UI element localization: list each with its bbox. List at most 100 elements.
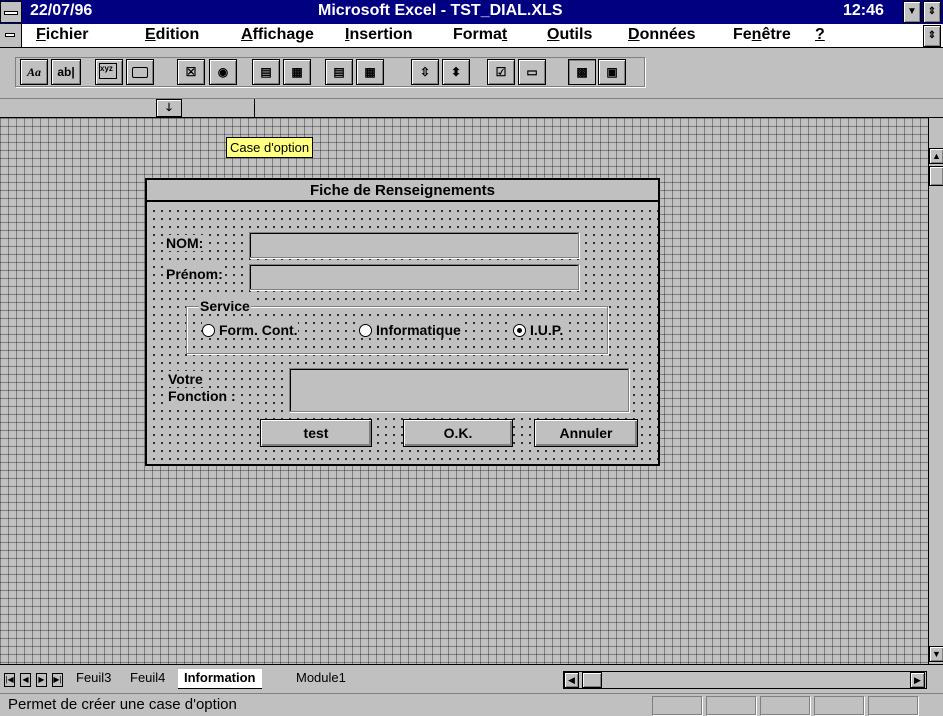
menu-insertion[interactable]: Insertion <box>345 26 413 44</box>
tab-feuil4[interactable]: Feuil4 <box>124 669 171 689</box>
control-properties-tool[interactable]: ☑ <box>487 59 515 85</box>
ok-button[interactable]: O.K. <box>403 419 513 447</box>
dialog-title[interactable]: Fiche de Renseignements <box>147 180 658 202</box>
title-bar: 22/07/96 Microsoft Excel - TST_DIAL.XLS … <box>0 0 943 24</box>
test-button[interactable]: test <box>260 419 372 447</box>
edit-box-tool[interactable]: ab| <box>51 59 81 85</box>
menu-fichier[interactable]: Fichier <box>36 26 88 44</box>
tooltip: Case d'option <box>226 137 314 158</box>
scroll-bar-tool[interactable]: ⇳ <box>411 59 439 85</box>
run-dialog-icon: ▣ <box>606 65 618 79</box>
service-label: Service <box>199 298 251 314</box>
restore-arrows-icon: ⇕ <box>927 6 937 17</box>
combo-list-edit-tool[interactable]: ▤ <box>325 59 353 85</box>
list-box-tool[interactable]: ▤ <box>252 59 280 85</box>
arrow-left-icon: ◀ <box>568 675 575 685</box>
status-text: Permet de créer une case d'option <box>8 696 237 713</box>
button-tool[interactable] <box>126 59 154 85</box>
minimize-button[interactable]: ▼ <box>903 1 921 23</box>
dialog-frame[interactable]: Fiche de Renseignements NOM: Prénom: Ser… <box>145 178 660 466</box>
menu-outils[interactable]: Outils <box>547 26 592 44</box>
option-form-cont[interactable]: Form. Cont. <box>202 322 298 338</box>
toggle-grid-icon: ▩ <box>576 65 588 79</box>
group-box-icon: xyz <box>99 63 117 79</box>
label-icon: Aa <box>26 65 41 79</box>
tab-feuil3[interactable]: Feuil3 <box>70 669 117 689</box>
button-icon <box>132 67 148 79</box>
restore-button[interactable]: ⇕ <box>923 1 941 23</box>
spinner-tool[interactable]: ⬍ <box>442 59 470 85</box>
menu-bar: Fichier Edition Affichage Insertion Form… <box>0 24 943 48</box>
minimize-arrow-icon: ▼ <box>907 6 917 17</box>
window-title: Microsoft Excel - TST_DIAL.XLS <box>318 2 563 19</box>
drop-down-tool[interactable]: ▦ <box>283 59 311 85</box>
last-sheet-button[interactable]: ▶| <box>52 673 63 687</box>
fonction-label-line1: Votre <box>167 371 204 387</box>
name-dropdown-button[interactable]: 🡓 <box>156 99 182 117</box>
previous-sheet-button[interactable]: ◀ <box>20 673 31 687</box>
vertical-scrollbar[interactable]: ▲ ▼ <box>928 118 943 664</box>
drop-down-icon: ▦ <box>291 65 303 79</box>
fonction-label-line2: Fonction : <box>167 388 237 404</box>
status-cell <box>868 696 918 715</box>
arrow-down-icon: 🡓 <box>166 102 172 114</box>
label-tool[interactable]: Aa <box>20 59 48 85</box>
horizontal-scroll-thumb[interactable] <box>582 672 602 688</box>
left-arrow-icon: ◀ <box>22 675 29 684</box>
option-button-tool[interactable]: ◉ <box>209 59 237 85</box>
scroll-down-button[interactable]: ▼ <box>929 646 943 662</box>
horizontal-scrollbar[interactable]: ◀ ▶ <box>563 671 927 689</box>
first-arrow-icon: |◀ <box>5 675 14 684</box>
last-arrow-icon: ▶| <box>53 675 62 684</box>
option-iup[interactable]: I.U.P. <box>513 322 564 338</box>
fonction-field[interactable] <box>289 368 629 412</box>
scroll-right-button[interactable]: ▶ <box>910 672 925 688</box>
formula-bar: 🡓 <box>0 99 943 118</box>
tab-information[interactable]: Information <box>178 669 262 689</box>
checkbox-icon: ☒ <box>185 65 197 79</box>
edit-code-tool[interactable]: ▭ <box>518 59 546 85</box>
document-restore-button[interactable]: ⇕ <box>923 25 941 47</box>
prenom-field[interactable] <box>249 264 579 290</box>
toggle-grid-tool[interactable]: ▩ <box>568 59 596 85</box>
first-sheet-button[interactable]: |◀ <box>4 673 15 687</box>
system-menu-icon <box>4 11 18 15</box>
arrow-up-icon: ▲ <box>932 151 941 161</box>
radio-off-icon <box>359 323 372 337</box>
dialog-body: NOM: Prénom: Service Form. Cont. Informa… <box>147 204 658 464</box>
menu-format[interactable]: Format <box>453 26 507 44</box>
tab-module1[interactable]: Module1 <box>290 669 352 689</box>
status-cell <box>760 696 810 715</box>
restore-arrows-icon: ⇕ <box>927 30 937 41</box>
checkbox-tool[interactable]: ☒ <box>177 59 205 85</box>
prenom-label: Prénom: <box>165 266 224 282</box>
nom-label: NOM: <box>165 235 205 251</box>
sheet-tab-bar: |◀ ◀ ▶ ▶| Feuil3 Feuil4 Information Modu… <box>0 664 943 693</box>
menu-donnees[interactable]: Données <box>628 26 696 44</box>
nom-field[interactable] <box>249 232 579 258</box>
option-button-icon: ◉ <box>217 65 229 79</box>
menu-aide[interactable]: ? <box>815 26 825 44</box>
run-dialog-tool[interactable]: ▣ <box>598 59 626 85</box>
combo-drop-down-edit-tool[interactable]: ▦ <box>356 59 384 85</box>
scroll-up-button[interactable]: ▲ <box>929 148 943 164</box>
title-clock: 12:46 <box>843 2 884 19</box>
status-cell <box>652 696 702 715</box>
list-box-icon: ▤ <box>260 65 272 79</box>
radio-on-icon <box>513 323 526 337</box>
arrow-down-icon: ▼ <box>932 649 941 659</box>
scroll-left-button[interactable]: ◀ <box>564 672 579 688</box>
scroll-thumb[interactable] <box>929 166 943 186</box>
document-menu-button[interactable] <box>0 24 22 47</box>
menu-edition[interactable]: Edition <box>145 26 199 44</box>
group-box-tool[interactable]: xyz <box>95 59 123 85</box>
scroll-bar-icon: ⇳ <box>419 65 431 79</box>
option-informatique[interactable]: Informatique <box>359 322 461 338</box>
cancel-button[interactable]: Annuler <box>534 419 638 447</box>
menu-fenetre[interactable]: Fenêtre <box>733 26 791 44</box>
status-cell <box>706 696 756 715</box>
menu-affichage[interactable]: Affichage <box>241 26 314 44</box>
next-sheet-button[interactable]: ▶ <box>36 673 47 687</box>
radio-off-icon <box>202 323 215 337</box>
system-menu-button[interactable] <box>0 1 22 23</box>
